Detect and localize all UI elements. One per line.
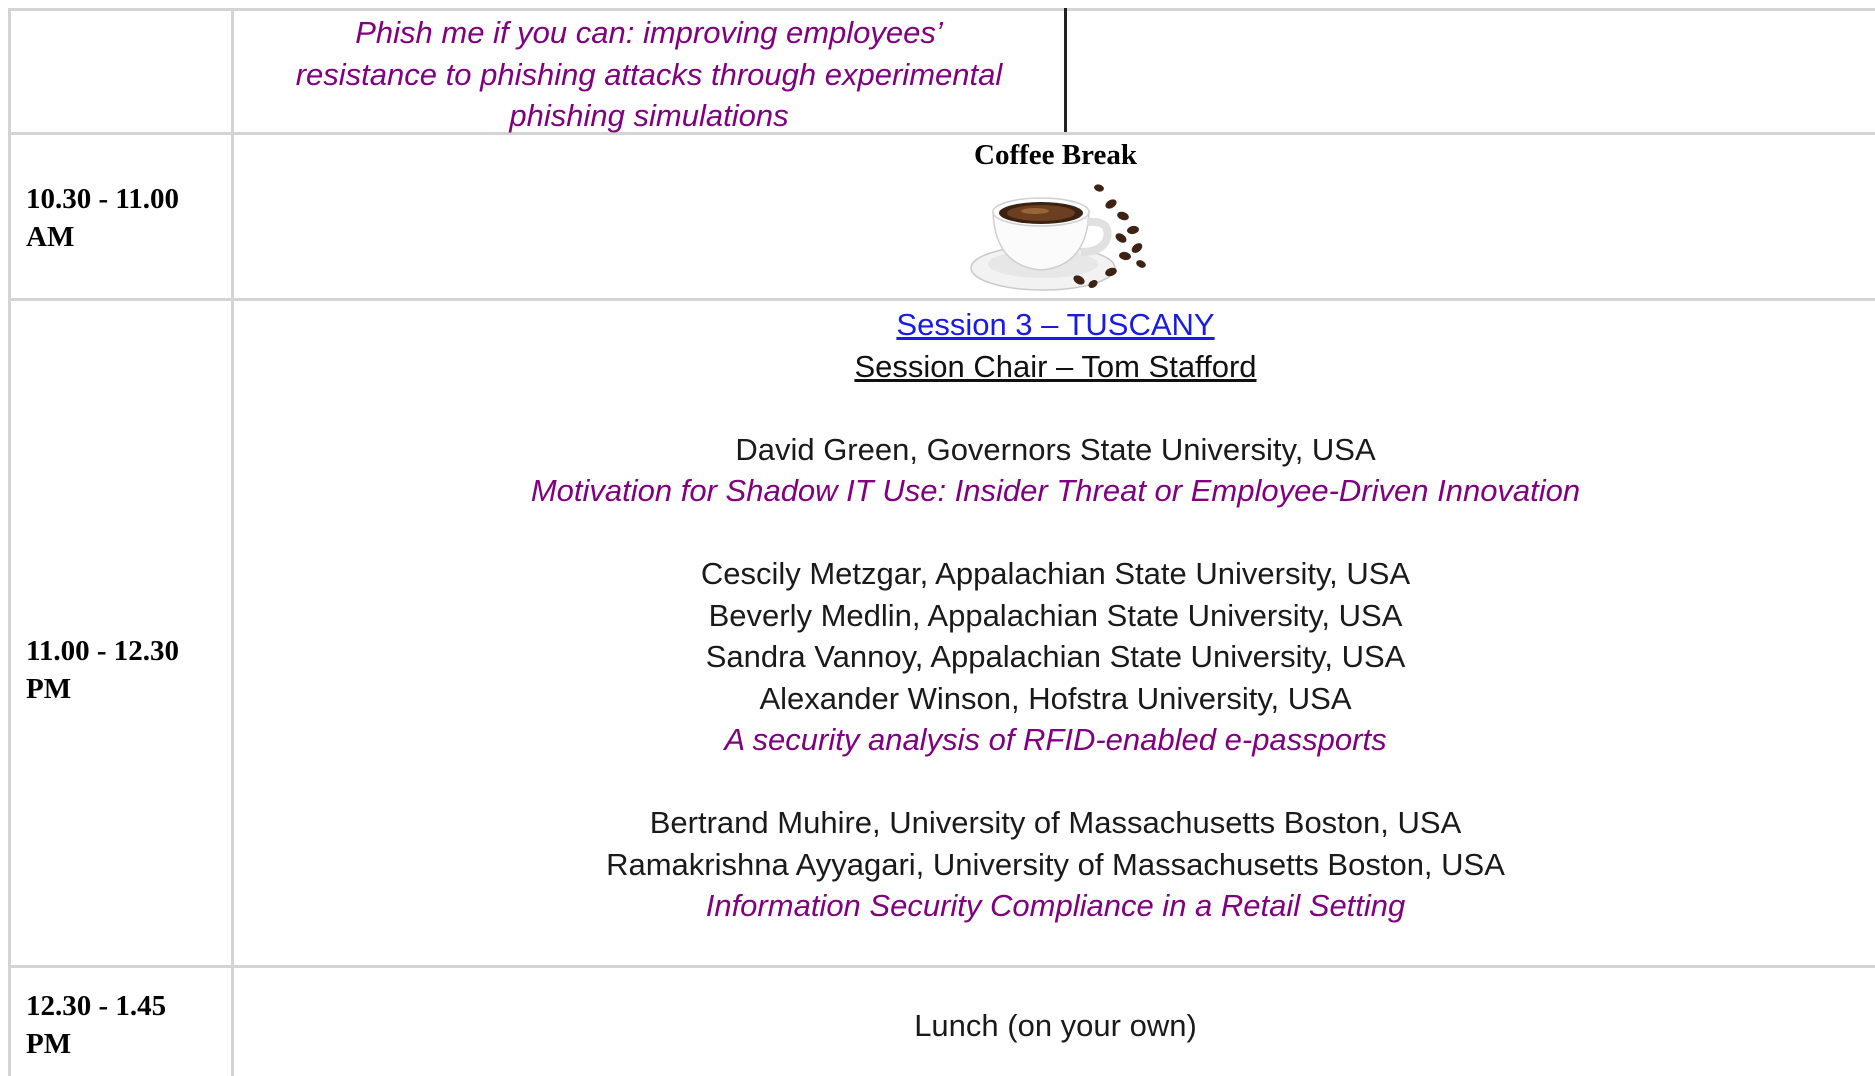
session-chair-line: Session Chair – Tom Stafford <box>236 346 1875 388</box>
paper-title: Information Security Compliance in a Ret… <box>705 888 1406 923</box>
coffee-break-label: Coffee Break <box>974 139 1137 171</box>
row-border-top <box>10 8 1875 11</box>
row-border-3 <box>10 965 1875 968</box>
col-border-time <box>231 8 234 1076</box>
time-line: 10.30 - 11.00 <box>26 183 180 215</box>
author-line: Cescily Metzgar, Appalachian State Unive… <box>700 556 1411 591</box>
author-line: Sandra Vannoy, Appalachian State Univers… <box>705 639 1406 674</box>
top-paper-title: Phish me if you can: improving employees… <box>236 12 1062 137</box>
author-line: David Green, Governors State University,… <box>735 431 1376 467</box>
author-line: Alexander Winson, Hofstra University, US… <box>759 680 1352 716</box>
lunch-label: Lunch (on your own) <box>914 1008 1197 1043</box>
time-line: 11.00 - 12.30 <box>26 635 180 667</box>
paper-title-line: Phish me if you can: improving employees… <box>355 15 943 50</box>
time-line: PM <box>26 1028 72 1060</box>
coffee-cup-icon <box>961 174 1151 299</box>
paper-title: Motivation for Shadow IT Use: Insider Th… <box>530 473 1581 508</box>
paper-title: A security analysis of RFID-enabled e-pa… <box>724 722 1387 757</box>
author-line: Beverly Medlin, Appalachian State Univer… <box>708 597 1403 633</box>
time-slot-lunch: 12.30 - 1.45 PM <box>26 987 226 1063</box>
time-line: 12.30 - 1.45 <box>26 990 167 1022</box>
coffee-break-cell: Coffee Break <box>236 138 1875 299</box>
col-border-left <box>8 8 11 1076</box>
coffee-cup-image <box>969 184 1146 291</box>
session-3-cell: Session 3 – TUSCANY Session Chair – Tom … <box>236 304 1875 927</box>
author-line: Ramakrishna Ayyagari, University of Mass… <box>606 846 1505 882</box>
paper-title-line: resistance to phishing attacks through e… <box>295 56 1003 92</box>
session-link-line: Session 3 – TUSCANY <box>236 304 1875 346</box>
lunch-cell: Lunch (on your own) <box>236 1005 1875 1047</box>
paper-title-line: phishing simulations <box>509 98 789 133</box>
time-line: PM <box>26 673 72 705</box>
author-line: Bertrand Muhire, University of Massachus… <box>649 805 1462 840</box>
session-chair: Session Chair – Tom Stafford <box>854 348 1257 384</box>
time-slot-coffee: 10.30 - 11.00 AM <box>26 180 226 256</box>
session-3-link[interactable]: Session 3 – TUSCANY <box>896 307 1214 342</box>
time-slot-session-3: 11.00 - 12.30 PM <box>26 632 226 708</box>
time-line: AM <box>26 221 75 253</box>
col-border-inner-top <box>1064 8 1067 132</box>
